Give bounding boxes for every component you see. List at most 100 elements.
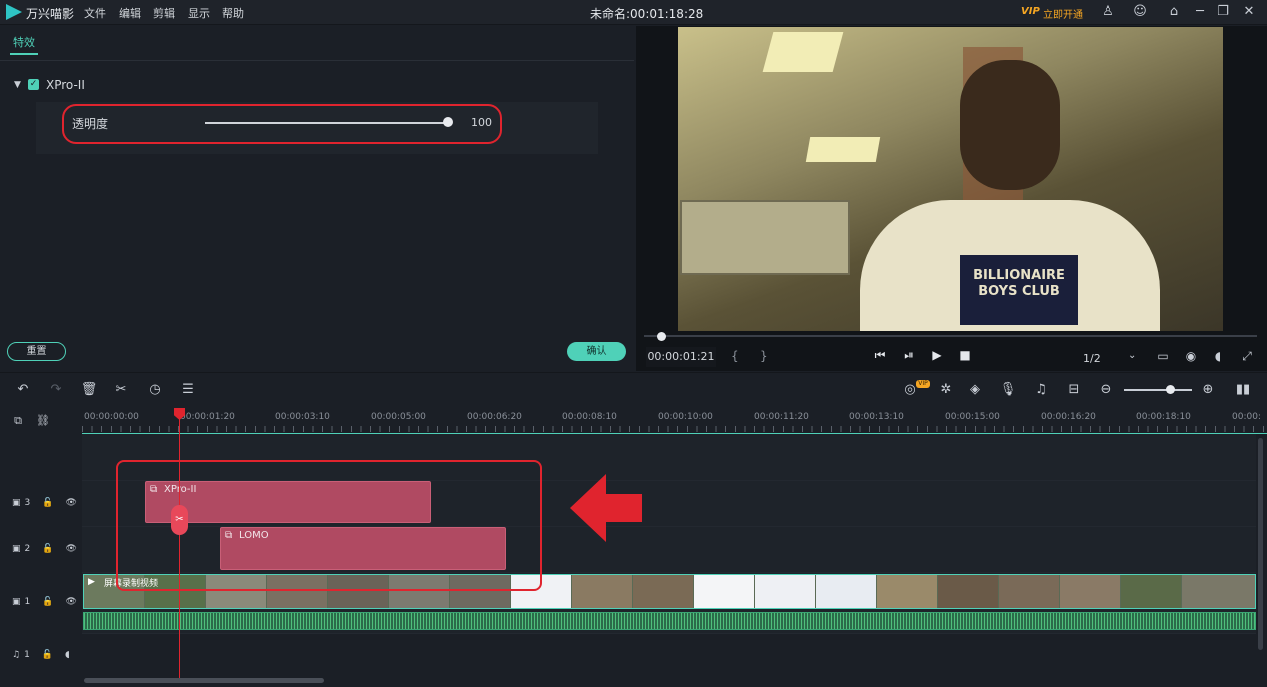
layout-icon[interactable]: ▮▮ <box>1234 382 1252 397</box>
menu-help[interactable]: 帮助 <box>222 5 244 21</box>
add-track-icon[interactable]: ⧉ <box>9 414 27 428</box>
undo-icon[interactable]: ↶ <box>14 382 32 397</box>
reset-button[interactable]: 重置 <box>7 342 66 361</box>
prev-frame-icon[interactable]: ⏮ <box>872 348 888 363</box>
tick-label: 00:00:08:10 <box>562 412 617 422</box>
close-icon[interactable]: ✕ <box>1241 4 1257 20</box>
menu-file[interactable]: 文件 <box>84 5 106 21</box>
play-icon[interactable]: ▶ <box>929 348 945 362</box>
video-track-icon: ▣ <box>12 597 21 607</box>
adjust-icon[interactable]: ☰ <box>179 382 197 397</box>
shirt-text: BILLIONAIRE BOYS CLUB <box>973 268 1065 299</box>
panel-divider <box>0 60 634 61</box>
effect-clips-highlight-annotation <box>116 460 542 591</box>
cut-icon[interactable]: ✂ <box>112 382 130 397</box>
lock-icon[interactable]: 🔓 <box>42 498 53 508</box>
track-header-audio-1: ♫ 1 🔓 ◖ <box>12 650 70 660</box>
volume-icon[interactable]: ◖ <box>65 650 70 660</box>
expand-arrow-icon[interactable]: ▼ <box>14 80 21 90</box>
arrow-left-annotation-icon <box>570 474 642 542</box>
delete-icon[interactable]: 🗑 <box>80 382 98 397</box>
zoom-in-icon[interactable]: ⊕ <box>1199 382 1217 397</box>
menu-view[interactable]: 显示 <box>188 5 210 21</box>
effect-enabled-checkbox[interactable]: ✓ <box>28 79 39 90</box>
effect-name: XPro-II <box>46 78 85 92</box>
document-title: 未命名:00:01:18:28 <box>590 7 704 21</box>
display-icon[interactable]: ▭ <box>1155 349 1171 363</box>
tick-label: 00:00:16:20 <box>1041 412 1096 422</box>
menu-clip[interactable]: 剪辑 <box>153 5 175 21</box>
ruler-ticks <box>82 426 1267 432</box>
confirm-button[interactable]: 确认 <box>567 342 626 361</box>
chevron-down-icon[interactable]: ⌄ <box>1128 350 1136 361</box>
mark-out-icon[interactable]: } <box>760 349 768 363</box>
video-thumbnail <box>999 575 1059 608</box>
person-head <box>960 60 1060 190</box>
music-track-icon: ♫ <box>12 650 21 660</box>
video-thumbnail <box>755 575 815 608</box>
track-header-1: ▣ 1 🔓 👁 <box>12 597 77 607</box>
redo-icon[interactable]: ↷ <box>47 382 65 397</box>
lock-icon[interactable]: 🔓 <box>42 544 53 554</box>
music-icon[interactable]: ♫ <box>1032 382 1050 397</box>
eye-icon[interactable]: 👁 <box>65 498 76 508</box>
link-icon[interactable]: ⛓ <box>34 414 52 427</box>
tick-label: 00:00:15:00 <box>945 412 1000 422</box>
speed-icon[interactable]: ◷ <box>146 382 164 397</box>
step-play-icon[interactable]: ⏯ <box>901 348 917 363</box>
ceiling-light <box>762 32 844 72</box>
preview-progress-thumb[interactable] <box>657 332 666 341</box>
whiteboard <box>680 200 850 275</box>
fullscreen-icon[interactable]: ⤢ <box>1239 349 1255 364</box>
effects-panel: 特效 ▼ ✓ XPro-II 透明度 100 重置 确认 <box>0 26 634 371</box>
eye-icon[interactable]: 👁 <box>65 597 76 607</box>
volume-icon[interactable]: ◖ <box>1210 349 1226 363</box>
feedback-icon[interactable]: ☺ <box>1132 4 1148 20</box>
vip-badge[interactable]: VIP <box>1021 6 1040 17</box>
horizontal-scrollbar[interactable] <box>84 678 324 683</box>
video-thumbnail <box>938 575 998 608</box>
store-icon[interactable]: ⌂ <box>1166 4 1182 20</box>
tab-effects[interactable]: 特效 <box>13 34 35 50</box>
track-number: 1 <box>24 597 31 607</box>
video-thumbnail <box>1060 575 1120 608</box>
zoom-slider[interactable] <box>1124 389 1192 391</box>
ceiling-light <box>805 137 881 162</box>
preview-progress-bar[interactable] <box>644 335 1257 337</box>
tick-label: 00:00:05:00 <box>371 412 426 422</box>
subtitle-icon[interactable]: ⊟ <box>1065 382 1083 397</box>
restore-icon[interactable]: ❐ <box>1215 4 1231 20</box>
shield-icon[interactable]: ◈ <box>966 382 984 397</box>
audio-waveform[interactable] <box>83 612 1256 630</box>
track-number: 3 <box>24 498 31 508</box>
mark-in-icon[interactable]: { <box>731 349 739 363</box>
minimize-icon[interactable]: ─ <box>1192 4 1208 20</box>
tick-label: 00:00:13:10 <box>849 412 904 422</box>
account-icon[interactable]: ♙ <box>1100 4 1116 20</box>
zoom-slider-thumb[interactable] <box>1166 385 1175 394</box>
vertical-scrollbar[interactable] <box>1258 438 1263 650</box>
lock-icon[interactable]: 🔓 <box>42 597 53 607</box>
tick-label: 00:00: <box>1232 412 1261 422</box>
tick-label: 00:00:01:20 <box>180 412 235 422</box>
lock-icon[interactable]: 🔓 <box>42 650 53 660</box>
tick-label: 00:00:18:10 <box>1136 412 1191 422</box>
eye-icon[interactable]: 👁 <box>65 544 76 554</box>
video-track-icon: ▣ <box>12 544 21 554</box>
opacity-highlight-annotation <box>62 104 502 144</box>
video-thumbnail <box>816 575 876 608</box>
video-thumbnail <box>694 575 754 608</box>
page-indicator: 1/2 <box>1083 352 1101 365</box>
stop-icon[interactable]: ■ <box>957 348 973 362</box>
track-header-2: ▣ 2 🔓 👁 <box>12 544 77 554</box>
tick-label: 00:00:06:20 <box>467 412 522 422</box>
preview-timecode: 00:00:01:21 <box>646 347 716 367</box>
menu-edit[interactable]: 编辑 <box>119 5 141 21</box>
snapshot-icon[interactable]: ◉ <box>1183 349 1199 363</box>
video-thumbnail <box>1182 575 1255 608</box>
gear-icon[interactable]: ✲ <box>937 382 955 397</box>
mic-icon[interactable]: 🎙 <box>999 382 1017 397</box>
zoom-out-icon[interactable]: ⊖ <box>1097 382 1115 397</box>
vip-open-link[interactable]: 立即开通 <box>1043 6 1083 21</box>
video-track-icon: ▣ <box>12 498 21 508</box>
